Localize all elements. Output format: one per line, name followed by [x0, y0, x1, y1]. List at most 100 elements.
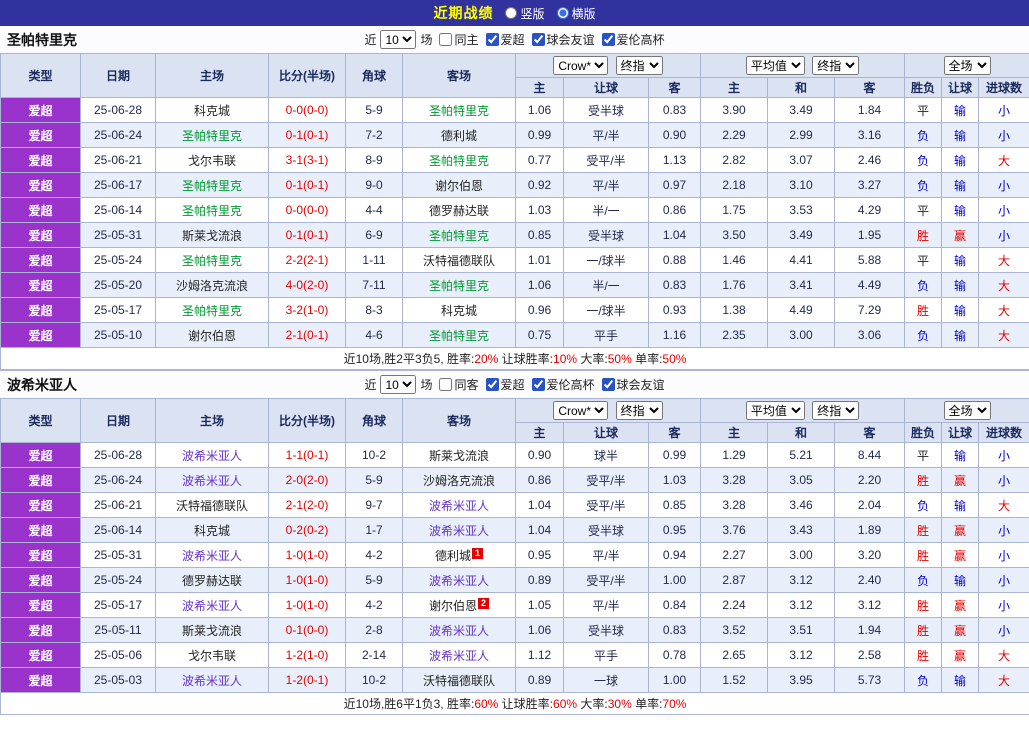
- handicap-line: 受半球: [563, 222, 649, 248]
- home-team-link[interactable]: 斯莱戈流浪: [155, 222, 269, 248]
- away-team-link[interactable]: 德利城 1: [402, 542, 516, 568]
- home-team-link[interactable]: 沃特福德联队: [155, 492, 269, 518]
- asian-odds-dropdown-group: Crow* 终指: [514, 53, 702, 78]
- filter-checkbox-爱超[interactable]: 爱超: [485, 31, 525, 48]
- filter-checkbox-同主[interactable]: 同主: [439, 31, 479, 48]
- away-team-link[interactable]: 谢尔伯恩: [402, 172, 516, 198]
- result-outcome: 负: [904, 172, 943, 198]
- away-team-link[interactable]: 波希米亚人: [402, 617, 516, 643]
- euro-away-odds: 2.20: [834, 467, 906, 493]
- euro-away-odds: 1.95: [834, 222, 906, 248]
- home-team-link[interactable]: 波希米亚人: [155, 467, 269, 493]
- home-team-link[interactable]: 斯莱戈流浪: [155, 617, 269, 643]
- home-team-link[interactable]: 德罗赫达联: [155, 567, 269, 593]
- radio-vertical-layout[interactable]: 竖版: [505, 5, 545, 22]
- away-team-link[interactable]: 德利城: [402, 122, 516, 148]
- home-team-link[interactable]: 圣帕特里克: [155, 122, 269, 148]
- away-team-link[interactable]: 沃特福德联队: [402, 247, 516, 273]
- subcol-euro-draw: 和: [767, 77, 836, 98]
- bookmaker-select[interactable]: Crow*: [553, 56, 609, 75]
- subcol-handicap-result: 让球: [941, 422, 980, 443]
- home-team-link[interactable]: 科克城: [155, 517, 269, 543]
- away-team-link[interactable]: 波希米亚人: [402, 517, 516, 543]
- result-goals: 小: [978, 567, 1029, 593]
- filter-checkbox-球会友谊[interactable]: 球会友谊: [601, 376, 665, 393]
- filter-checkbox-爱超[interactable]: 爱超: [485, 376, 525, 393]
- home-team-link[interactable]: 戈尔韦联: [155, 147, 269, 173]
- checkbox-input[interactable]: [601, 33, 615, 46]
- asian-final-odds-select[interactable]: 终指: [615, 56, 663, 75]
- corner-count: 4-4: [345, 197, 403, 223]
- filter-checkbox-球会友谊[interactable]: 球会友谊: [531, 31, 595, 48]
- checkbox-input[interactable]: [439, 33, 453, 46]
- checkbox-label: 同客: [454, 378, 479, 392]
- subcol-euro-draw: 和: [767, 422, 836, 443]
- away-team-link[interactable]: 圣帕特里克: [402, 222, 516, 248]
- filter-checkbox-爱伦高杯[interactable]: 爱伦高杯: [601, 31, 665, 48]
- match-score: 2-1(0-1): [268, 322, 346, 348]
- match-score: 1-0(1-0): [268, 542, 346, 568]
- away-team-link[interactable]: 圣帕特里克: [402, 97, 516, 123]
- match-date: 25-06-14: [80, 517, 156, 543]
- home-team-link[interactable]: 科克城: [155, 97, 269, 123]
- away-team-link[interactable]: 科克城: [402, 297, 516, 323]
- euro-average-select[interactable]: 平均值: [745, 56, 805, 75]
- euro-home-odds: 2.35: [700, 322, 769, 348]
- euro-draw-odds: 3.53: [767, 197, 836, 223]
- away-team-link[interactable]: 波希米亚人: [402, 642, 516, 668]
- match-score: 0-0(0-0): [268, 197, 346, 223]
- home-team-link[interactable]: 圣帕特里克: [155, 247, 269, 273]
- away-team-link[interactable]: 波希米亚人: [402, 492, 516, 518]
- radio-horizontal-layout[interactable]: 横版: [556, 5, 596, 22]
- away-team-link[interactable]: 谢尔伯恩 2: [402, 592, 516, 618]
- filter-checkbox-爱伦高杯[interactable]: 爱伦高杯: [531, 376, 595, 393]
- euro-away-odds: 4.29: [834, 197, 906, 223]
- euro-average-select[interactable]: 平均值: [745, 401, 805, 420]
- recent-count-select[interactable]: 10: [380, 375, 417, 394]
- home-team-link[interactable]: 戈尔韦联: [155, 642, 269, 668]
- euro-final-odds-select[interactable]: 终指: [812, 56, 860, 75]
- euro-away-odds: 1.84: [834, 97, 906, 123]
- away-team-link[interactable]: 德罗赫达联: [402, 197, 516, 223]
- summary-stat-label: 让球胜率:: [498, 697, 554, 711]
- away-team-link[interactable]: 沃特福德联队: [402, 667, 516, 693]
- home-team-link[interactable]: 波希米亚人: [155, 592, 269, 618]
- home-team-link[interactable]: 圣帕特里克: [155, 172, 269, 198]
- vertical-radio-input[interactable]: [505, 7, 518, 19]
- checkbox-input[interactable]: [531, 33, 545, 46]
- recent-count-select[interactable]: 10: [380, 30, 417, 49]
- filter-checkbox-同客[interactable]: 同客: [439, 376, 479, 393]
- checkbox-input[interactable]: [485, 33, 499, 46]
- result-handicap: 输: [941, 492, 980, 518]
- away-team-link[interactable]: 波希米亚人: [402, 567, 516, 593]
- checkbox-input[interactable]: [485, 378, 499, 391]
- horizontal-radio-input[interactable]: [556, 7, 569, 19]
- scope-select[interactable]: 全场: [943, 56, 991, 75]
- away-team-link[interactable]: 圣帕特里克: [402, 322, 516, 348]
- match-row: 爱超 25-05-31 斯莱戈流浪 0-1(0-1) 6-9 圣帕特里克 0.85 受半球 1.…: [0, 222, 1029, 248]
- home-team-link[interactable]: 圣帕特里克: [155, 197, 269, 223]
- home-team-link[interactable]: 沙姆洛克流浪: [155, 272, 269, 298]
- home-team-link[interactable]: 圣帕特里克: [155, 297, 269, 323]
- match-date: 25-06-24: [80, 467, 156, 493]
- result-goals: 小: [978, 197, 1029, 223]
- euro-final-odds-select[interactable]: 终指: [812, 401, 860, 420]
- filter-suffix: 场: [420, 378, 433, 392]
- match-score: 0-1(0-1): [268, 172, 346, 198]
- bookmaker-select[interactable]: Crow*: [553, 401, 609, 420]
- home-team-link[interactable]: 波希米亚人: [155, 542, 269, 568]
- checkbox-input[interactable]: [601, 378, 615, 391]
- summary-stat-label: 单率:: [631, 352, 663, 366]
- handicap-line: 平/半: [563, 592, 649, 618]
- away-team-link[interactable]: 沙姆洛克流浪: [402, 467, 516, 493]
- home-team-link[interactable]: 波希米亚人: [155, 442, 269, 468]
- away-team-link[interactable]: 斯莱戈流浪: [402, 442, 516, 468]
- home-team-link[interactable]: 波希米亚人: [155, 667, 269, 693]
- scope-select[interactable]: 全场: [943, 401, 991, 420]
- checkbox-input[interactable]: [531, 378, 545, 391]
- checkbox-input[interactable]: [439, 378, 453, 391]
- home-team-link[interactable]: 谢尔伯恩: [155, 322, 269, 348]
- away-team-link[interactable]: 圣帕特里克: [402, 147, 516, 173]
- away-team-link[interactable]: 圣帕特里克: [402, 272, 516, 298]
- asian-final-odds-select[interactable]: 终指: [615, 401, 663, 420]
